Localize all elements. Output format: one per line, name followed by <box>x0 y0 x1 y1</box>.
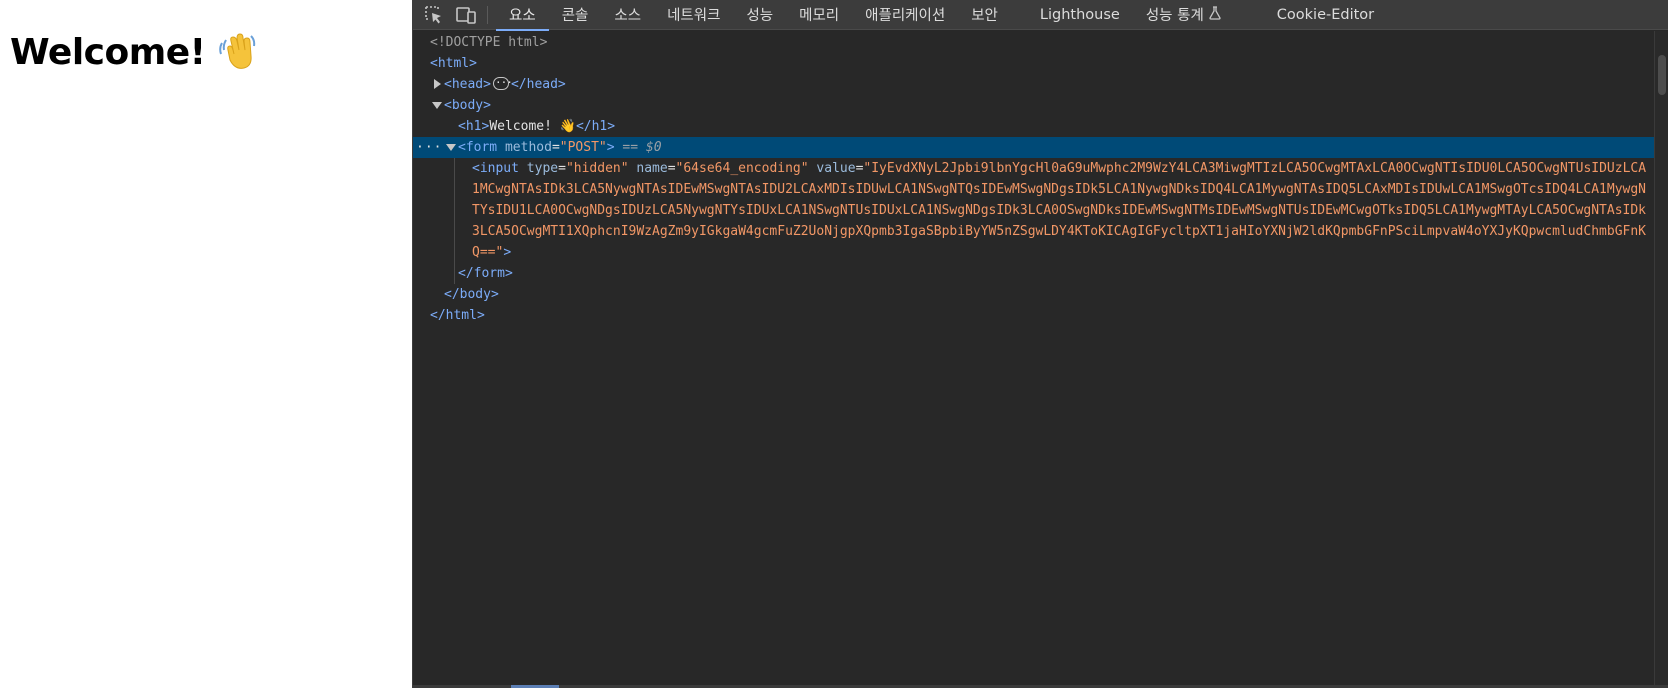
dom-node-h1[interactable]: <h1>Welcome! 👋</h1> <box>413 116 1655 137</box>
tab-security[interactable]: 보안 <box>958 0 1011 30</box>
vertical-scrollbar[interactable] <box>1654 31 1668 686</box>
dom-node-body[interactable]: <body> <box>413 95 1655 116</box>
scrollbar-thumb[interactable] <box>1658 55 1666 95</box>
tab-elements[interactable]: 요소 <box>496 0 549 31</box>
tab-performance-insights[interactable]: 성능 통계 <box>1133 0 1234 30</box>
body-close-tag: </body> <box>444 287 499 302</box>
head-open-tag: <head> <box>444 77 491 92</box>
input-attr-type-value: "hidden" <box>565 161 629 176</box>
h1-text: Welcome! 👋 <box>489 119 576 134</box>
tab-performance[interactable]: 성능 <box>733 0 786 30</box>
dom-node-form-close[interactable]: </form> <box>413 263 1655 284</box>
welcome-heading-text: Welcome! <box>10 32 206 73</box>
collapse-triangle-icon[interactable] <box>432 102 442 109</box>
collapsed-ellipsis-icon[interactable] <box>492 72 512 93</box>
dom-node-body-close[interactable]: </body> <box>413 284 1655 305</box>
dom-node-html-close[interactable]: </html> <box>413 305 1655 326</box>
input-attr-name-value: "64se64_encoding" <box>675 161 809 176</box>
collapse-triangle-icon[interactable] <box>446 144 456 151</box>
toolbar-separator <box>487 5 488 24</box>
h1-open-tag: <h1> <box>458 119 490 134</box>
dom-node-input[interactable]: <input type="hidden" name="64se64_encodi… <box>413 158 1655 263</box>
dom-node-head[interactable]: <head> </head> <box>413 72 1655 95</box>
tab-lighthouse[interactable]: Lighthouse <box>1027 0 1133 30</box>
tab-cookie-editor[interactable]: Cookie-Editor <box>1264 0 1387 30</box>
form-attr-method-value: "POST" <box>559 140 607 155</box>
expand-triangle-icon[interactable] <box>434 79 441 89</box>
dom-node-form-selected[interactable]: ··· <form method="POST"> == $0 <box>413 137 1655 158</box>
inspect-element-icon[interactable] <box>421 2 447 28</box>
tab-sources[interactable]: 소스 <box>601 0 654 30</box>
waving-hand-icon <box>218 30 256 84</box>
form-open-bracket: > <box>606 140 615 155</box>
form-attr-method-name: method <box>504 140 552 155</box>
h1-close-tag: </h1> <box>575 119 616 134</box>
input-attr-name-name: name <box>636 161 668 176</box>
tab-memory[interactable]: 메모리 <box>786 0 852 30</box>
devtools-panel: 요소 콘솔 소스 네트워크 성능 메모리 애플리케이션 보안 Lighthous… <box>412 0 1668 688</box>
node-actions-ellipsis-icon[interactable]: ··· <box>416 137 442 158</box>
input-attr-type-name: type <box>526 161 559 176</box>
form-close-tag: </form> <box>458 266 513 281</box>
input-attr-value-name: value <box>816 161 856 176</box>
html-open-tag: <html> <box>430 56 477 71</box>
doctype-text: <!DOCTYPE html> <box>430 35 548 50</box>
input-node-text: <input type="hidden" name="64se64_encodi… <box>472 161 1647 260</box>
selected-node-marker: == $0 <box>622 140 662 155</box>
devtools-toolbar: 요소 콘솔 소스 네트워크 성능 메모리 애플리케이션 보안 Lighthous… <box>413 0 1668 31</box>
tab-console[interactable]: 콘솔 <box>549 0 602 30</box>
tab-performance-insights-label: 성능 통계 <box>1145 8 1204 24</box>
form-open-tag: <form <box>458 140 498 155</box>
welcome-heading: Welcome! <box>10 28 256 84</box>
tab-network[interactable]: 네트워크 <box>654 0 733 30</box>
page-viewport: Welcome! <box>0 0 412 688</box>
head-close-tag: </head> <box>510 77 566 92</box>
input-close-bracket: > <box>503 245 512 260</box>
device-toolbar-icon[interactable] <box>453 2 479 28</box>
tab-application[interactable]: 애플리케이션 <box>852 0 958 30</box>
body-open-tag: <body> <box>444 98 491 113</box>
dom-node-doctype[interactable]: <!DOCTYPE html> <box>413 32 1655 53</box>
html-close-tag: </html> <box>430 308 485 323</box>
dom-tree: <!DOCTYPE html> <html> <head> </head> <bo… <box>413 32 1655 326</box>
flask-icon <box>1209 5 1221 24</box>
input-open-tag: <input <box>472 161 519 176</box>
dom-node-html[interactable]: <html> <box>413 53 1655 74</box>
